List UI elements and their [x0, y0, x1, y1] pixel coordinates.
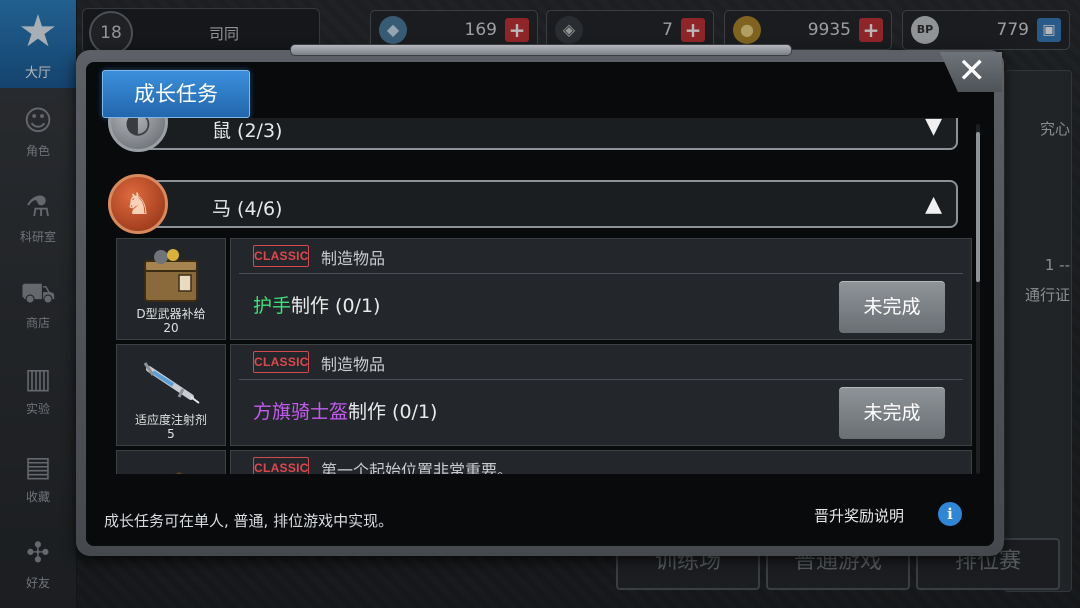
task-details: CLASSIC 制造物品 方旗骑士盔制作 (0/1) 未完成	[230, 344, 972, 446]
task-type: 制造物品	[321, 249, 386, 268]
divider	[239, 379, 963, 380]
classic-badge: CLASSIC	[253, 245, 309, 267]
task-details: CLASSIC 第一个起始位置非常重要。	[230, 450, 972, 474]
group-header-rat[interactable]: 鼠 (2/3) ▼	[134, 118, 958, 150]
reward-name: D型武器补给	[136, 307, 206, 321]
syringe-icon	[143, 362, 200, 404]
promotion-reward-info-link[interactable]: 晋升奖励说明	[814, 504, 904, 528]
group-title: 鼠 (2/3)	[212, 120, 283, 142]
modal-grip	[290, 44, 792, 56]
task-name: 方旗骑士盔制作 (0/1)	[253, 397, 437, 424]
expand-arrow-icon: ▼	[925, 118, 942, 139]
tab-growth-tasks[interactable]: 成长任务	[102, 70, 250, 118]
reward-quantity: 20	[163, 321, 179, 335]
scrollbar[interactable]	[976, 124, 980, 474]
task-list[interactable]: 鼠 (2/3) ▼ ◐ 马 (4/6) ▲ ♞ D型武器补给 20 CLASSI…	[104, 118, 974, 474]
group-title: 马 (4/6)	[212, 198, 283, 220]
task-status-button[interactable]: 未完成	[839, 281, 945, 333]
classic-badge: CLASSIC	[253, 351, 309, 373]
task-type: 第一个起始位置非常重要。	[321, 461, 514, 474]
task-row: D型武器补给 20 CLASSIC 制造物品 护手制作 (0/1) 未完成	[116, 238, 972, 342]
box-icon	[175, 472, 184, 474]
task-progress: 制作 (0/1)	[291, 295, 381, 317]
task-type: 制造物品	[321, 355, 386, 374]
scrollbar-thumb[interactable]	[976, 132, 980, 282]
reward-quantity: 5	[167, 427, 175, 441]
collapse-arrow-icon: ▲	[925, 192, 942, 217]
classic-badge: CLASSIC	[253, 457, 309, 474]
task-item-name: 护手	[253, 295, 292, 317]
task-status-button[interactable]: 未完成	[839, 387, 945, 439]
close-icon: ✕	[957, 51, 987, 91]
task-name: 护手制作 (0/1)	[253, 291, 380, 318]
task-row: CLASSIC 第一个起始位置非常重要。	[116, 450, 972, 474]
task-progress: 制作 (0/1)	[348, 401, 438, 423]
task-row: 适应度注射剂 5 CLASSIC 制造物品 方旗骑士盔制作 (0/1) 未完成	[116, 344, 972, 448]
group-header-horse[interactable]: 马 (4/6) ▲	[134, 180, 958, 228]
reward-slot[interactable]	[116, 450, 226, 474]
info-icon[interactable]: i	[938, 502, 962, 526]
task-item-name: 方旗骑士盔	[253, 401, 349, 423]
crate-icon	[144, 249, 198, 302]
reward-name: 适应度注射剂	[134, 413, 207, 427]
task-details: CLASSIC 制造物品 护手制作 (0/1) 未完成	[230, 238, 972, 340]
horse-medal-icon: ♞	[108, 174, 168, 234]
footer-note: 成长任务可在单人, 普通, 排位游戏中实现。	[104, 512, 394, 530]
reward-slot[interactable]: D型武器补给 20	[116, 238, 226, 340]
reward-slot[interactable]: 适应度注射剂 5	[116, 344, 226, 446]
divider	[239, 273, 963, 274]
